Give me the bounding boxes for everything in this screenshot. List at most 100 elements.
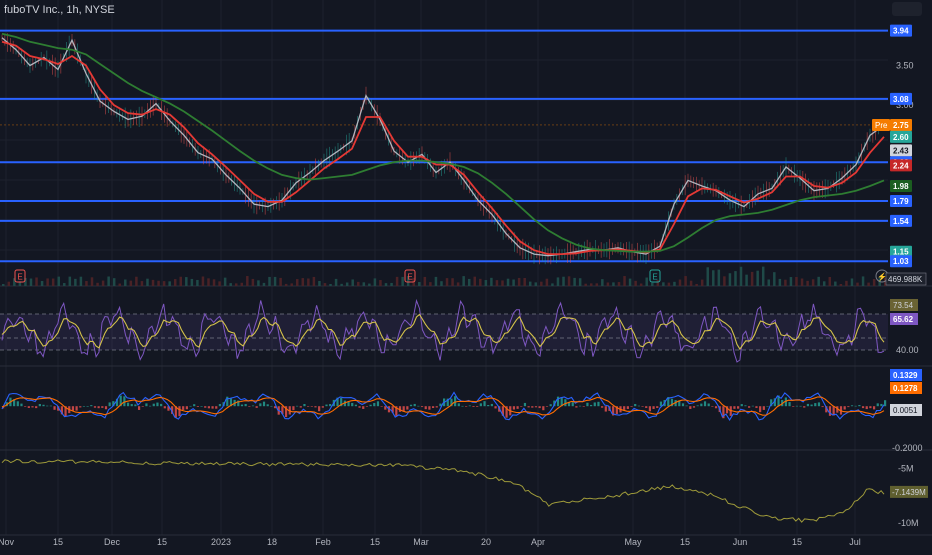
volume-bar [157,280,160,286]
chart-root: EEE⚡3.503.003.943.08Pre2.752.602.432.282… [0,0,932,550]
macd-hist-label: 0.0051 [893,406,918,415]
volume-bar [467,278,471,286]
time-axis-tick: 15 [792,537,802,547]
volume-bar [74,278,77,286]
volume-bar [822,281,826,286]
macd-histogram-bar [156,402,159,407]
macd-histogram-bar [858,405,861,407]
event-marker-label: E [17,273,22,282]
volume-bar [112,278,116,286]
volume-bar [756,270,759,286]
volume-bar [595,283,599,286]
volume-bar [562,276,565,286]
volume-bar [556,277,560,286]
macd-histogram-bar [185,406,188,410]
macd-histogram-bar [538,406,541,409]
volume-bar [90,277,94,286]
macd-histogram-bar [347,402,350,407]
volume-bar [140,281,144,286]
macd-histogram-bar [31,406,34,408]
macd-histogram-bar [262,401,266,407]
volume-bar [567,276,571,286]
volume-bar [196,279,199,286]
volume-bar [63,283,66,286]
earnings-marker[interactable]: E [14,269,26,283]
obv-axis-tick: -5M [898,463,914,473]
chart-canvas[interactable]: EEE⚡3.503.003.943.08Pre2.752.602.432.282… [0,0,932,550]
price-label: 1.54 [893,217,909,226]
time-axis-tick: Feb [315,537,331,547]
macd-histogram-bar [700,403,703,407]
time-axis-tick: 15 [157,537,167,547]
volume-bar [68,276,72,286]
macd-value-label: 0.1329 [893,371,918,380]
macd-histogram-bar [178,406,181,417]
macd-histogram-bar [137,406,141,410]
macd-histogram-bar [79,406,82,408]
macd-histogram-bar [406,406,409,410]
macd-histogram-bar [527,406,530,408]
macd-histogram-bar [520,406,523,407]
volume-bar [124,279,127,286]
volume-bar [789,277,793,286]
volume-bar [667,282,671,286]
rsi-value-label: 73.54 [893,301,914,310]
macd-histogram-bar [630,406,633,407]
volume-bar [379,280,382,286]
macd-histogram-bar [545,406,549,407]
macd-histogram-bar [152,403,155,407]
macd-histogram-bar [82,405,86,407]
macd-histogram-bar [454,396,457,407]
volume-bar [218,281,221,286]
volume-bar [628,278,632,286]
macd-histogram-bar [564,399,567,407]
macd-histogram-bar [828,406,832,416]
volume-bar [79,276,83,286]
volume-bar [296,279,299,286]
macd-histogram-bar [130,404,133,407]
volume-bar [429,282,432,286]
volume-bar [728,273,732,286]
volume-bar [51,278,55,286]
volume-bar [689,280,693,286]
macd-histogram-bar [38,403,41,407]
volume-bar [201,276,205,286]
volume-bar [861,276,865,286]
price-axis-tick: 3.50 [896,61,914,71]
volume-bar [212,279,216,286]
volume-bar [523,277,526,286]
maximize-button[interactable] [892,2,922,16]
macd-histogram-bar [16,401,19,407]
macd-histogram-bar [516,406,519,409]
macd-histogram-bar [90,405,93,407]
macd-histogram-bar [435,406,438,408]
macd-histogram-bar [711,406,714,407]
macd-histogram-bar [884,400,887,407]
volume-bar [623,276,626,286]
time-axis-tick: 15 [370,537,380,547]
price-label: 2.24 [893,161,909,170]
macd-histogram-bar [86,406,89,407]
macd-histogram-bar [362,406,365,409]
macd-histogram-bar [872,406,876,410]
macd-histogram-bar [160,403,163,407]
volume-bar [578,278,582,286]
volume-bar [501,280,504,286]
macd-histogram-bar [461,405,464,407]
macd-histogram-bar [42,404,45,407]
macd-histogram-bar [714,406,718,409]
macd-histogram-bar [189,405,192,407]
time-axis-tick: Nov [0,537,14,547]
macd-histogram-bar [880,403,883,407]
macd-histogram-bar [601,406,604,408]
macd-histogram-bar [149,405,152,407]
macd-histogram-bar [270,405,273,407]
macd-histogram-bar [571,402,574,407]
macd-histogram-bar [490,403,493,407]
macd-histogram-bar [604,406,607,412]
volume-bar [517,277,521,286]
volume-bar [179,276,183,286]
volume-bar [706,267,709,286]
macd-histogram-bar [759,406,762,413]
macd-histogram-bar [487,404,490,407]
